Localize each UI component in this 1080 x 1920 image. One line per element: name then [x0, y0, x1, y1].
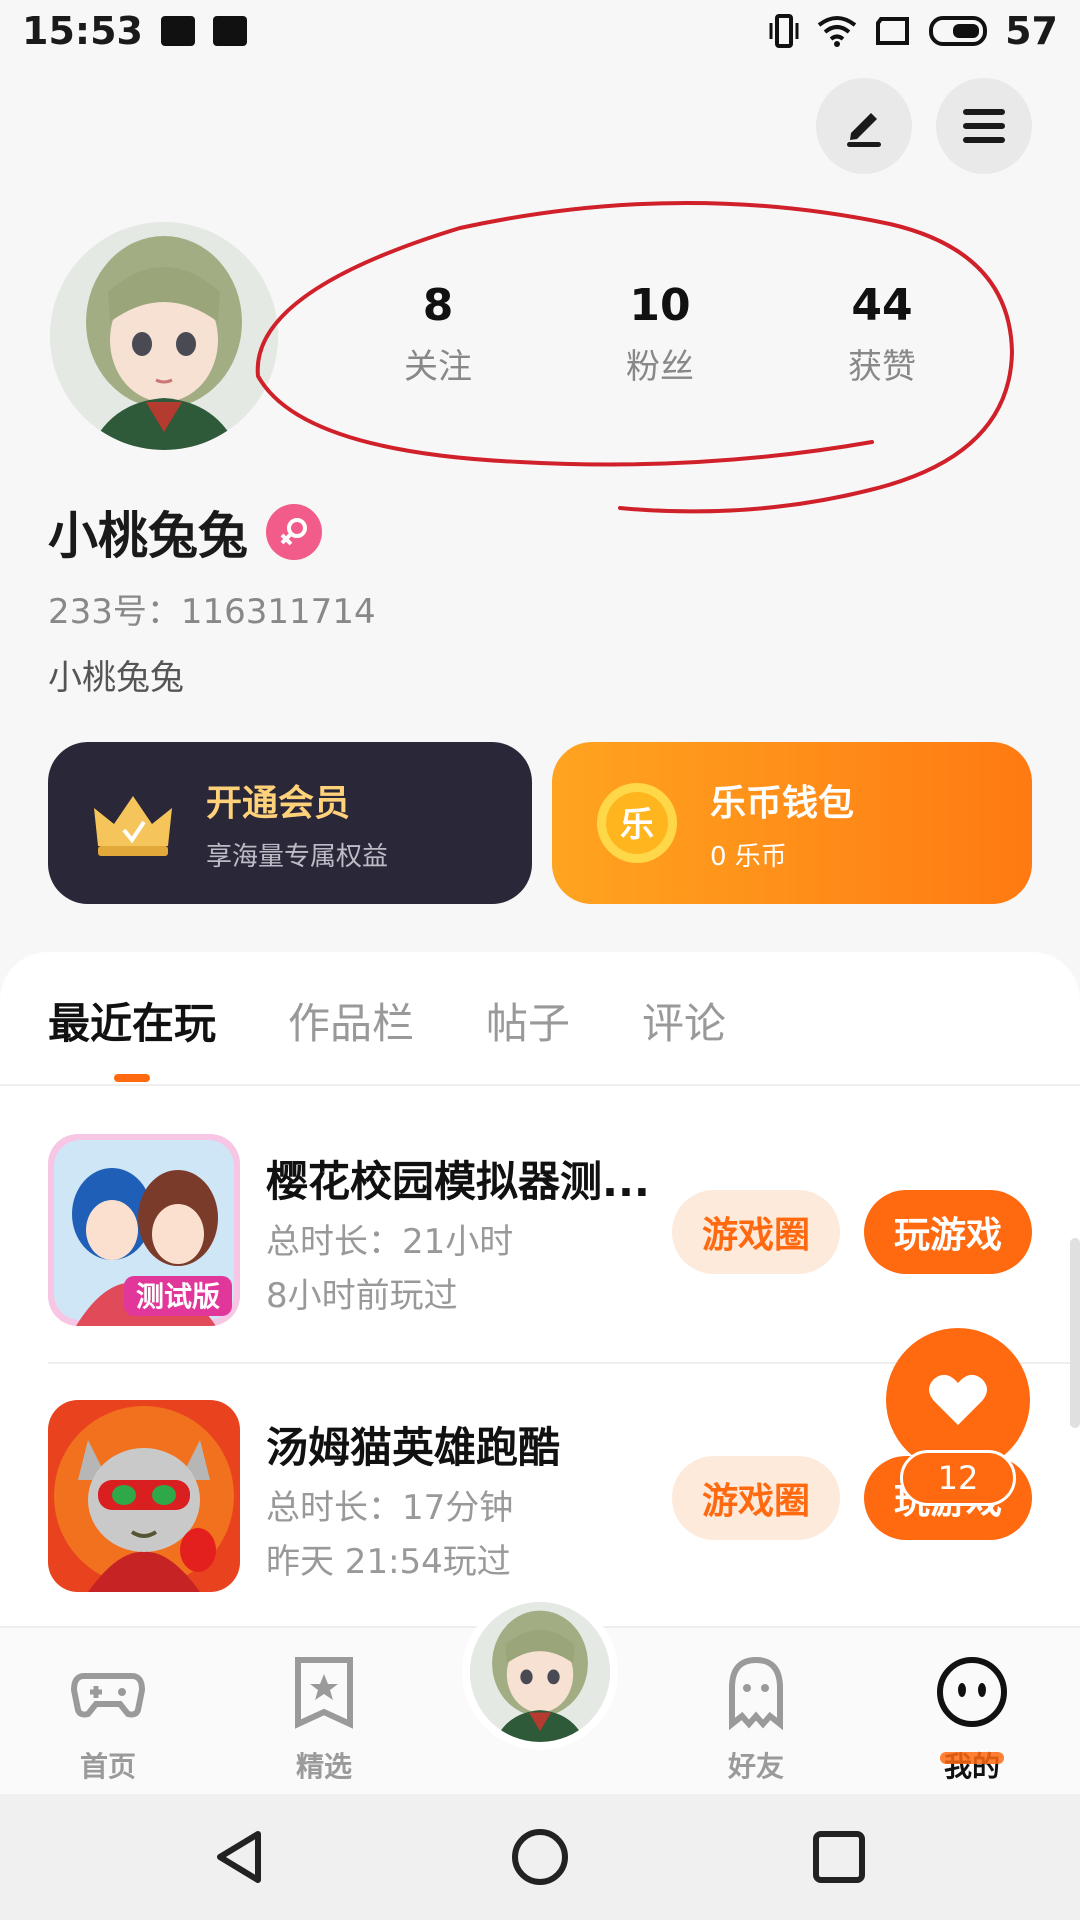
scroll-indicator [1070, 1238, 1080, 1428]
tab-posts[interactable]: 帖子 [486, 990, 570, 1051]
vip-card-subtitle: 享海量专属权益 [206, 841, 389, 872]
nav-center-avatar[interactable] [462, 1594, 618, 1750]
stat-likes-value: 44 [851, 280, 913, 331]
game-circle-button[interactable]: 游戏圈 [672, 1456, 840, 1540]
gamepad-icon [70, 1673, 146, 1718]
female-gender-icon [266, 504, 322, 560]
profile-stats: 8 关注 10 粉丝 44 获赞 [0, 280, 1080, 400]
nav-mine-label: 我的 [943, 1750, 1000, 1783]
nav-friends-label: 好友 [727, 1750, 784, 1783]
coin-icon-text: 乐 [620, 805, 654, 845]
crown-icon [94, 796, 172, 856]
status-bar: 15:53 57 [0, 0, 1080, 62]
image-notification-icon [160, 16, 195, 46]
game-list-item[interactable]: 测试版 樱花校园模拟器测... 总时长：21小时 8小时前玩过 游戏圈 玩游戏 [48, 1134, 1032, 1330]
nav-featured[interactable]: 精选 [264, 1654, 384, 1785]
news-notification-icon [212, 16, 247, 46]
game-duration: 总时长：21小时 [266, 1222, 514, 1262]
pencil-icon [847, 113, 881, 147]
vip-card-title: 开通会员 [206, 782, 351, 824]
wallet-card-text: 乐币钱包 0 乐币 [710, 774, 854, 873]
stat-fans-value: 10 [629, 280, 691, 331]
back-icon[interactable] [210, 1826, 272, 1888]
ghost-icon [729, 1656, 783, 1731]
tab-active-indicator [114, 1074, 150, 1082]
vip-card[interactable]: 开通会员 享海量专属权益 [48, 742, 532, 904]
star-icon [295, 1657, 353, 1729]
nav-featured-label: 精选 [295, 1750, 352, 1783]
game-last-played: 昨天 21:54玩过 [266, 1542, 511, 1582]
recents-icon[interactable] [808, 1826, 870, 1888]
smiley-icon [937, 1657, 1007, 1727]
game-icon-badge-text: 测试版 [136, 1280, 220, 1313]
status-right: 57 [769, 9, 1058, 53]
coin-icon: 乐 [597, 783, 677, 863]
account-id: 233号：116311714 [48, 592, 376, 632]
like-count-badge: 12 [900, 1450, 1016, 1506]
game-circle-button[interactable]: 游戏圈 [672, 1190, 840, 1274]
game-name: 汤姆猫英雄跑酷 [266, 1423, 561, 1472]
nav-friends[interactable]: 好友 [696, 1654, 816, 1785]
stat-following[interactable]: 8 关注 [348, 280, 528, 388]
menu-button[interactable] [936, 78, 1032, 174]
game-icon-sakura: 测试版 [48, 1134, 240, 1326]
battery-icon [929, 16, 988, 46]
stat-likes[interactable]: 44 获赞 [792, 280, 972, 388]
game-duration: 总时长：17分钟 [266, 1488, 514, 1528]
home-icon[interactable] [509, 1826, 571, 1888]
status-time: 15:53 [22, 9, 143, 53]
stat-following-label: 关注 [404, 347, 472, 387]
tab-comments[interactable]: 评论 [642, 990, 726, 1051]
game-list-item[interactable]: 汤姆猫英雄跑酷 总时长：17分钟 昨天 21:54玩过 游戏圈 玩游戏 [48, 1400, 1032, 1596]
play-game-button[interactable]: 玩游戏 [864, 1190, 1032, 1274]
username: 小桃兔兔 [48, 496, 322, 568]
wifi-icon [817, 16, 857, 47]
game-icon-tom-cat [48, 1400, 240, 1592]
nav-home-label: 首页 [79, 1750, 136, 1783]
tab-recent-play[interactable]: 最近在玩 [48, 990, 216, 1051]
vip-card-text: 开通会员 享海量专属权益 [206, 774, 388, 873]
stat-likes-label: 获赞 [848, 347, 916, 387]
avatar-small [470, 1602, 610, 1742]
game-last-played: 8小时前玩过 [266, 1276, 458, 1316]
menu-icon [963, 109, 1005, 143]
status-left: 15:53 [22, 9, 247, 53]
wallet-card-subtitle: 0 乐币 [710, 841, 787, 872]
heart-icon [929, 1374, 987, 1425]
stat-fans[interactable]: 10 粉丝 [570, 280, 750, 388]
wallet-card[interactable]: 乐 乐币钱包 0 乐币 [552, 742, 1032, 904]
profile-tabs: 最近在玩 作品栏 帖子 评论 [0, 952, 1080, 1086]
sim-icon [876, 17, 910, 45]
username-text: 小桃兔兔 [48, 507, 248, 565]
edit-profile-button[interactable] [816, 78, 912, 174]
nav-home[interactable]: 首页 [48, 1654, 168, 1785]
nav-active-indicator [940, 1752, 1004, 1764]
tab-works[interactable]: 作品栏 [288, 990, 414, 1051]
nav-mine[interactable]: 我的 [912, 1654, 1032, 1785]
battery-level: 57 [1005, 9, 1058, 53]
stat-following-value: 8 [422, 280, 454, 331]
system-nav-bar [0, 1794, 1080, 1920]
wallet-card-title: 乐币钱包 [710, 782, 855, 824]
vibrate-icon [769, 14, 799, 48]
bio: 小桃兔兔 [48, 658, 184, 698]
game-name: 樱花校园模拟器测... [266, 1157, 650, 1206]
stat-fans-label: 粉丝 [626, 347, 694, 387]
